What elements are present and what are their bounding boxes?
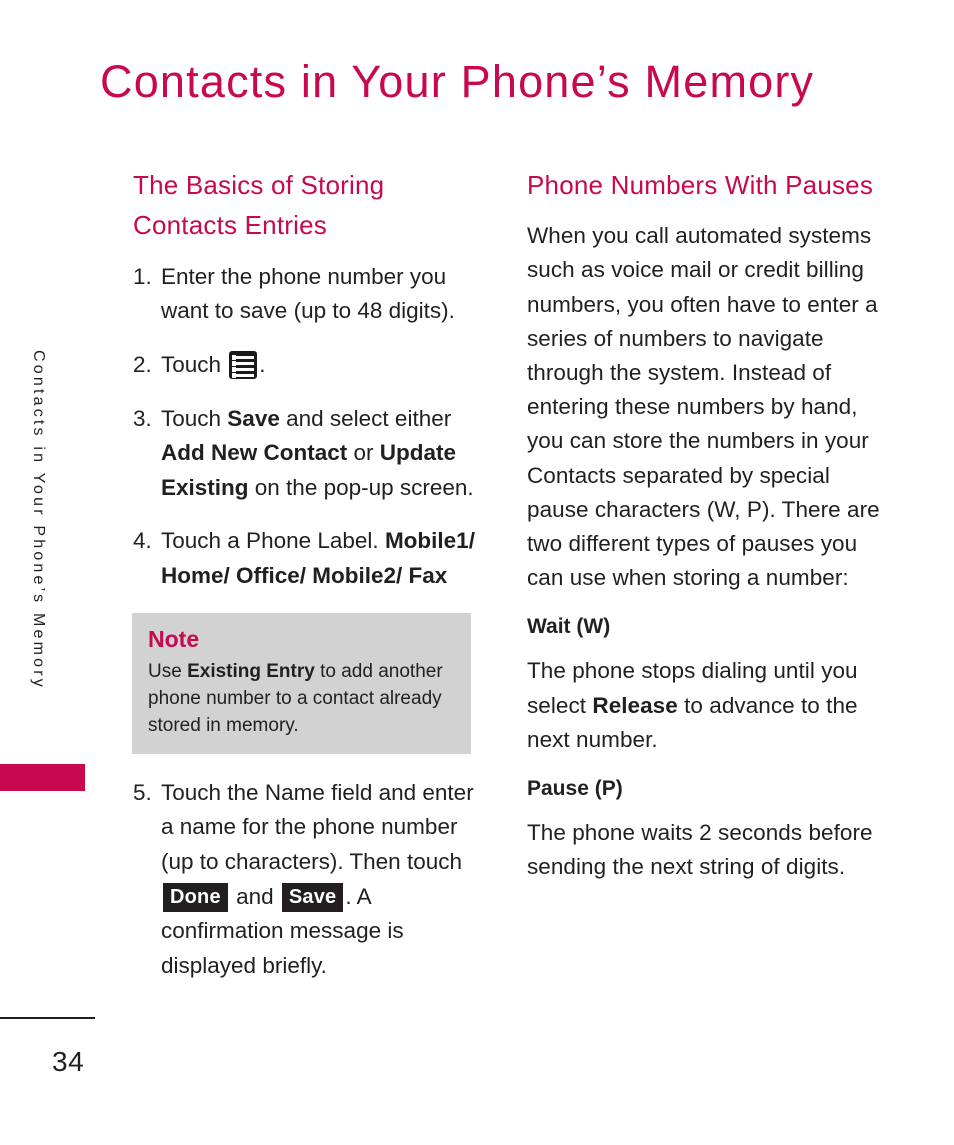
note-box: Note Use Existing Entry to add another p… [132, 612, 471, 754]
key-badge-done[interactable]: Done [163, 882, 228, 912]
steps-list: 1. Enter the phone number you want to sav… [133, 260, 490, 594]
step-text: Enter the phone number you want to save … [161, 264, 455, 324]
subsection-heading: Pause (P) [527, 776, 623, 800]
text-run: Use [148, 660, 188, 682]
key-badge-save[interactable]: Save [281, 882, 344, 912]
note-body: Use Existing Entry to add another phone … [148, 659, 455, 740]
step-number: 3. [133, 405, 152, 431]
left-column: The Basics of Storing Contacts Entries 1… [132, 165, 490, 1002]
side-tab-label: Contacts in Your Phone’s Memory [30, 350, 47, 690]
text-run: on the pop-up screen. [248, 474, 474, 500]
step-item-5: 5. Touch the Name field and enter a name … [133, 776, 490, 984]
text-run: Touch [161, 405, 228, 431]
right-section-heading: Phone Numbers With Pauses [527, 170, 874, 200]
text-run: or [347, 440, 380, 466]
text-run: Enter the phone number you want to save … [161, 263, 455, 324]
left-section-heading: The Basics of Storing Contacts Entries [133, 170, 385, 241]
step-item-3: 3. Touch Save and select either Add New C… [133, 402, 490, 506]
emphasis-text: Release [592, 692, 678, 718]
text-run: . [259, 351, 266, 377]
menu-icon-row [232, 354, 255, 360]
step-number: 4. [133, 528, 152, 554]
step-text: Touch . [161, 350, 266, 379]
right-intro-paragraph: When you call automated systems such as … [527, 223, 880, 591]
page-title: Contacts in Your Phone’s Memory [100, 56, 815, 107]
note-title: Note [148, 625, 200, 652]
steps-list-continued: 5. Touch the Name field and enter a name … [133, 776, 490, 984]
text-run: and select either [279, 405, 452, 431]
text-run: Touch a Phone Label. [161, 528, 385, 554]
right-subsections: Wait (W) The phone stops dialing until yo… [527, 615, 887, 884]
step-text: Touch a Phone Label. Mobile1/ Home/ Offi… [161, 528, 475, 588]
side-tab-marker [0, 764, 85, 791]
text-run: The phone waits 2 seconds before sending… [527, 819, 873, 880]
subsection-heading: Wait (W) [527, 615, 611, 639]
step-number: 5. [133, 779, 152, 805]
step-item-4: 4. Touch a Phone Label. Mobile1/ Home/ Of… [133, 524, 490, 593]
step-item-2: 2. Touch . [133, 348, 490, 383]
subsection-body: The phone waits 2 seconds before sending… [527, 816, 887, 884]
menu-icon-row [232, 360, 255, 366]
menu-icon-row [232, 366, 255, 372]
text-run: and [229, 883, 280, 909]
step-number: 1. [133, 263, 152, 289]
footer-rule [0, 1017, 95, 1019]
step-number: 2. [133, 351, 152, 377]
emphasis-text: Save [227, 405, 280, 431]
subsection-body: The phone stops dialing until you select… [527, 654, 887, 757]
text-run: Touch [161, 351, 228, 377]
right-column: Phone Numbers With Pauses When you call … [527, 165, 887, 884]
emphasis-text: Add New Contact [161, 440, 348, 466]
menu-icon-row [232, 372, 255, 378]
manual-page: Contacts in Your Phone’s Memory Contacts… [0, 0, 954, 1145]
step-item-1: 1. Enter the phone number you want to sav… [133, 260, 490, 329]
menu-list-icon[interactable] [229, 350, 258, 379]
step-text: Touch Save and select either Add New Con… [161, 406, 474, 500]
emphasis-text: Existing Entry [187, 660, 315, 682]
page-number: 34 [52, 1046, 85, 1077]
step-text: Touch the Name field and enter a name fo… [161, 780, 474, 978]
text-run: Touch the Name field and enter a name fo… [161, 779, 474, 874]
